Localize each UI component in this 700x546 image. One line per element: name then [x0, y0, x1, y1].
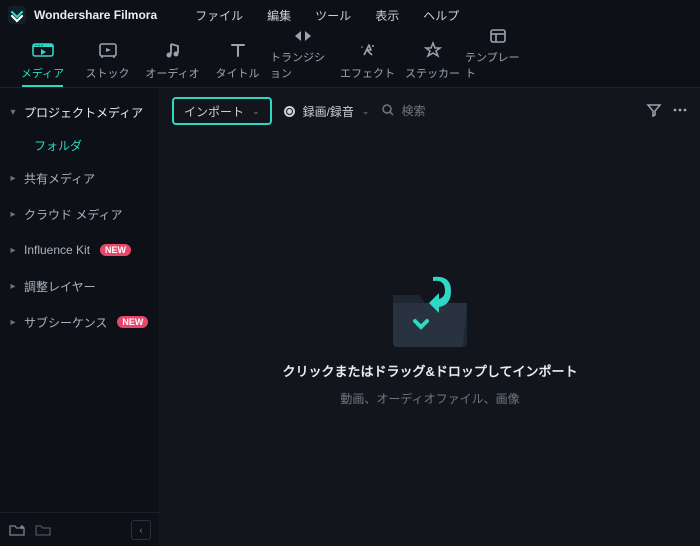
drop-title: クリックまたはドラッグ&ドロップしてインポート: [283, 361, 578, 380]
sidebar: ▾ プロジェクトメディア フォルダ ▸ 共有メディア ▸ クラウド メディア ▸…: [0, 88, 160, 546]
search-wrap: [381, 103, 481, 120]
sidebar-subitem-folder[interactable]: フォルダ: [0, 130, 159, 160]
drop-area[interactable]: クリックまたはドラッグ&ドロップしてインポート 動画、オーディオファイル、画像: [160, 134, 700, 546]
tab-title[interactable]: タイトル: [205, 33, 270, 87]
sidebar-list: ▾ プロジェクトメディア フォルダ ▸ 共有メディア ▸ クラウド メディア ▸…: [0, 88, 159, 512]
search-input[interactable]: [401, 104, 481, 118]
tab-effect-label: エフェクト: [340, 65, 395, 81]
title-icon: [229, 39, 247, 61]
sticker-icon: [424, 39, 442, 61]
menu-help[interactable]: ヘルプ: [413, 5, 469, 26]
more-icon[interactable]: [672, 102, 688, 121]
menu-tools[interactable]: ツール: [305, 5, 361, 26]
chevron-down-icon: ⌄: [252, 106, 260, 117]
sidebar-item-subsequence[interactable]: ▸ サブシーケンス NEW: [0, 304, 159, 340]
chevron-right-icon: ▸: [8, 317, 18, 328]
title-bar: Wondershare Filmora ファイル 編集 ツール 表示 ヘルプ: [0, 0, 700, 30]
sidebar-item-influence-kit[interactable]: ▸ Influence Kit NEW: [0, 232, 159, 268]
sidebar-item-adjustment-layer[interactable]: ▸ 調整レイヤー: [0, 268, 159, 304]
import-folder-icon: [385, 273, 475, 351]
chevron-right-icon: ▸: [8, 173, 18, 184]
sidebar-subitem-label: フォルダ: [34, 137, 82, 154]
sidebar-item-project-media[interactable]: ▾ プロジェクトメディア: [0, 94, 159, 130]
content-toolbar-right: [646, 102, 688, 121]
search-icon: [381, 103, 395, 120]
media-icon: [32, 39, 54, 61]
drop-subtitle: 動画、オーディオファイル、画像: [340, 390, 519, 407]
content-panel: インポート ⌄ 録画/録音 ⌄: [160, 88, 700, 546]
stock-icon: [98, 39, 118, 61]
chevron-down-icon: ⌄: [362, 106, 370, 117]
record-button[interactable]: 録画/録音 ⌄: [284, 97, 370, 125]
tab-template-label: テンプレート: [465, 49, 530, 81]
template-icon: [489, 27, 507, 45]
tab-template[interactable]: テンプレート: [465, 33, 530, 87]
effect-icon: [358, 39, 378, 61]
sidebar-item-shared-media[interactable]: ▸ 共有メディア: [0, 160, 159, 196]
tab-stock[interactable]: ストック: [75, 33, 140, 87]
tab-media[interactable]: メディア: [10, 33, 75, 87]
content-toolbar: インポート ⌄ 録画/録音 ⌄: [160, 88, 700, 134]
sidebar-item-label: サブシーケンス: [24, 314, 107, 331]
new-badge: NEW: [100, 244, 131, 256]
app-logo-icon: [8, 6, 26, 24]
sidebar-footer: ‹: [0, 512, 159, 546]
tab-transition-label: トランジション: [270, 49, 335, 81]
filter-icon[interactable]: [646, 102, 662, 121]
chevron-right-icon: ▸: [8, 281, 18, 292]
record-icon: [284, 106, 295, 117]
tab-stock-label: ストック: [86, 65, 130, 81]
chevron-down-icon: ▾: [8, 107, 18, 118]
sidebar-item-label: プロジェクトメディア: [24, 104, 143, 121]
sidebar-item-label: Influence Kit: [24, 243, 90, 257]
menu-bar: ファイル 編集 ツール 表示 ヘルプ: [185, 5, 469, 26]
menu-view[interactable]: 表示: [365, 5, 409, 26]
tab-effect[interactable]: エフェクト: [335, 33, 400, 87]
toolbar: メディア ストック オーディオ タイトル トランジション エフェクト ステッ: [0, 30, 700, 88]
chevron-right-icon: ▸: [8, 245, 18, 256]
app-title: Wondershare Filmora: [34, 8, 157, 22]
main-area: ▾ プロジェクトメディア フォルダ ▸ 共有メディア ▸ クラウド メディア ▸…: [0, 88, 700, 546]
tab-transition[interactable]: トランジション: [270, 33, 335, 87]
menu-edit[interactable]: 編集: [257, 5, 301, 26]
tab-audio-label: オーディオ: [145, 65, 199, 81]
chevron-right-icon: ▸: [8, 209, 18, 220]
tab-media-label: メディア: [21, 65, 64, 81]
folder-icon[interactable]: [34, 521, 52, 539]
sidebar-item-label: 調整レイヤー: [24, 278, 96, 295]
tab-sticker-label: ステッカー: [405, 65, 460, 81]
tab-audio[interactable]: オーディオ: [140, 33, 205, 87]
collapse-sidebar-button[interactable]: ‹: [131, 520, 151, 540]
import-button[interactable]: インポート ⌄: [172, 97, 272, 125]
import-label: インポート: [184, 103, 244, 120]
tab-sticker[interactable]: ステッカー: [400, 33, 465, 87]
audio-icon: [164, 39, 182, 61]
sidebar-item-cloud-media[interactable]: ▸ クラウド メディア: [0, 196, 159, 232]
sidebar-item-label: クラウド メディア: [24, 206, 123, 223]
new-badge: NEW: [117, 316, 148, 328]
sidebar-item-label: 共有メディア: [24, 170, 95, 187]
transition-icon: [293, 27, 313, 45]
record-label: 録画/録音: [303, 103, 354, 120]
chevron-left-icon: ‹: [140, 525, 143, 535]
new-folder-icon[interactable]: [8, 521, 26, 539]
menu-file[interactable]: ファイル: [185, 5, 253, 26]
tab-title-label: タイトル: [216, 65, 260, 81]
